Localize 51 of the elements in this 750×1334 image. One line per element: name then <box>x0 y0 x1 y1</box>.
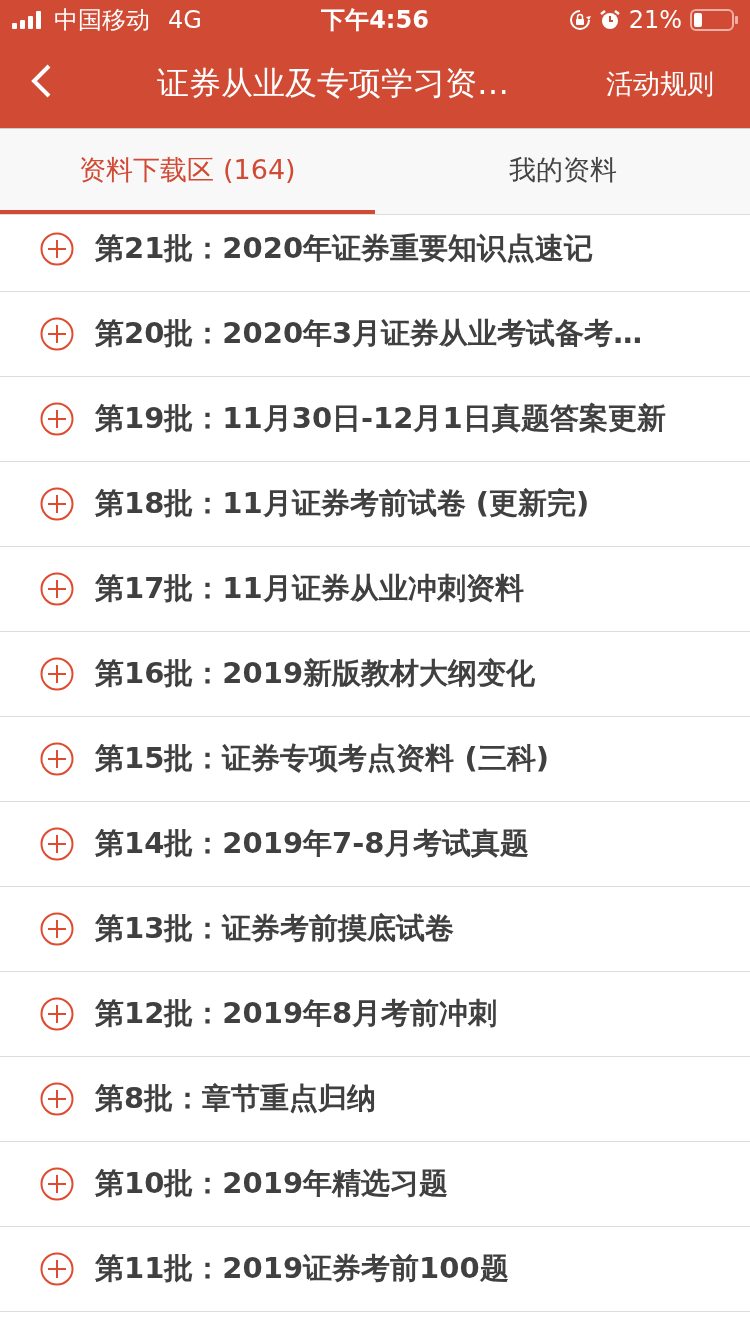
plus-icon <box>40 1082 74 1116</box>
battery-icon <box>690 9 738 31</box>
alarm-icon <box>598 9 621 31</box>
battery-percent: 21% <box>628 6 682 34</box>
rotation-lock-icon <box>568 9 591 31</box>
list-item[interactable]: 第13批：证券考前摸底试卷 <box>0 887 750 972</box>
page-title: 证券从业及专项学习资… <box>156 63 510 104</box>
plus-icon <box>40 742 74 776</box>
list-item[interactable]: 第19批：11月30日-12月1日真题答案更新 <box>0 377 750 462</box>
tab[interactable]: 我的资料 <box>375 129 750 214</box>
list-item[interactable]: 第18批：11月证券考前试卷 (更新完) <box>0 462 750 547</box>
network-text: 4G <box>168 6 202 34</box>
item-title: 第16批：2019新版教材大纲变化 <box>95 655 536 692</box>
item-title: 第10批：2019年精选习题 <box>95 1165 449 1202</box>
list-item[interactable]: 第17批：11月证券从业冲刺资料 <box>0 547 750 632</box>
plus-icon <box>40 997 74 1031</box>
clock-time: 下午4:56 <box>321 5 429 36</box>
item-title: 第11批：2019证券考前100题 <box>95 1250 509 1287</box>
item-title: 第20批：2020年3月证券从业考试备考… <box>95 315 643 352</box>
plus-icon <box>40 657 74 691</box>
item-title: 第12批：2019年8月考前冲刺 <box>95 995 498 1032</box>
plus-icon <box>40 827 74 861</box>
item-title: 第13批：证券考前摸底试卷 <box>95 910 455 947</box>
item-title: 第21批：2020年证券重要知识点速记 <box>95 230 594 267</box>
list-item[interactable]: 第14批：2019年7-8月考试真题 <box>0 802 750 887</box>
list-item[interactable]: 第10批：2019年精选习题 <box>0 1142 750 1227</box>
item-title: 第8批：章节重点归纳 <box>95 1080 377 1117</box>
carrier-text: 中国移动 <box>54 5 150 36</box>
list-item[interactable]: 第15批：证券专项考点资料 (三科) <box>0 717 750 802</box>
plus-icon <box>40 487 74 521</box>
item-title: 第15批：证券专项考点资料 (三科) <box>95 740 549 777</box>
plus-icon <box>40 1252 74 1286</box>
list-item[interactable]: 第8批：章节重点归纳 <box>0 1057 750 1142</box>
tab[interactable]: 资料下载区 (164) <box>0 129 375 214</box>
list-item[interactable]: 第12批：2019年8月考前冲刺 <box>0 972 750 1057</box>
plus-icon <box>40 317 74 351</box>
back-icon <box>30 63 52 99</box>
plus-icon <box>40 402 74 436</box>
plus-icon <box>40 912 74 946</box>
item-title: 第18批：11月证券考前试卷 (更新完) <box>95 485 590 522</box>
item-title: 第19批：11月30日-12月1日真题答案更新 <box>95 400 666 437</box>
rules-button[interactable]: 活动规则 <box>606 66 714 102</box>
list-item[interactable]: 第20批：2020年3月证券从业考试备考… <box>0 292 750 377</box>
plus-icon <box>40 572 74 606</box>
plus-icon <box>40 1167 74 1201</box>
list-item[interactable]: 第16批：2019新版教材大纲变化 <box>0 632 750 717</box>
item-title: 第17批：11月证券从业冲刺资料 <box>95 570 524 607</box>
item-title: 第14批：2019年7-8月考试真题 <box>95 825 530 862</box>
plus-icon <box>40 232 74 266</box>
list-item[interactable]: 第11批：2019证券考前100题 <box>0 1227 750 1312</box>
list-item[interactable]: 第21批：2020年证券重要知识点速记 <box>0 215 750 292</box>
